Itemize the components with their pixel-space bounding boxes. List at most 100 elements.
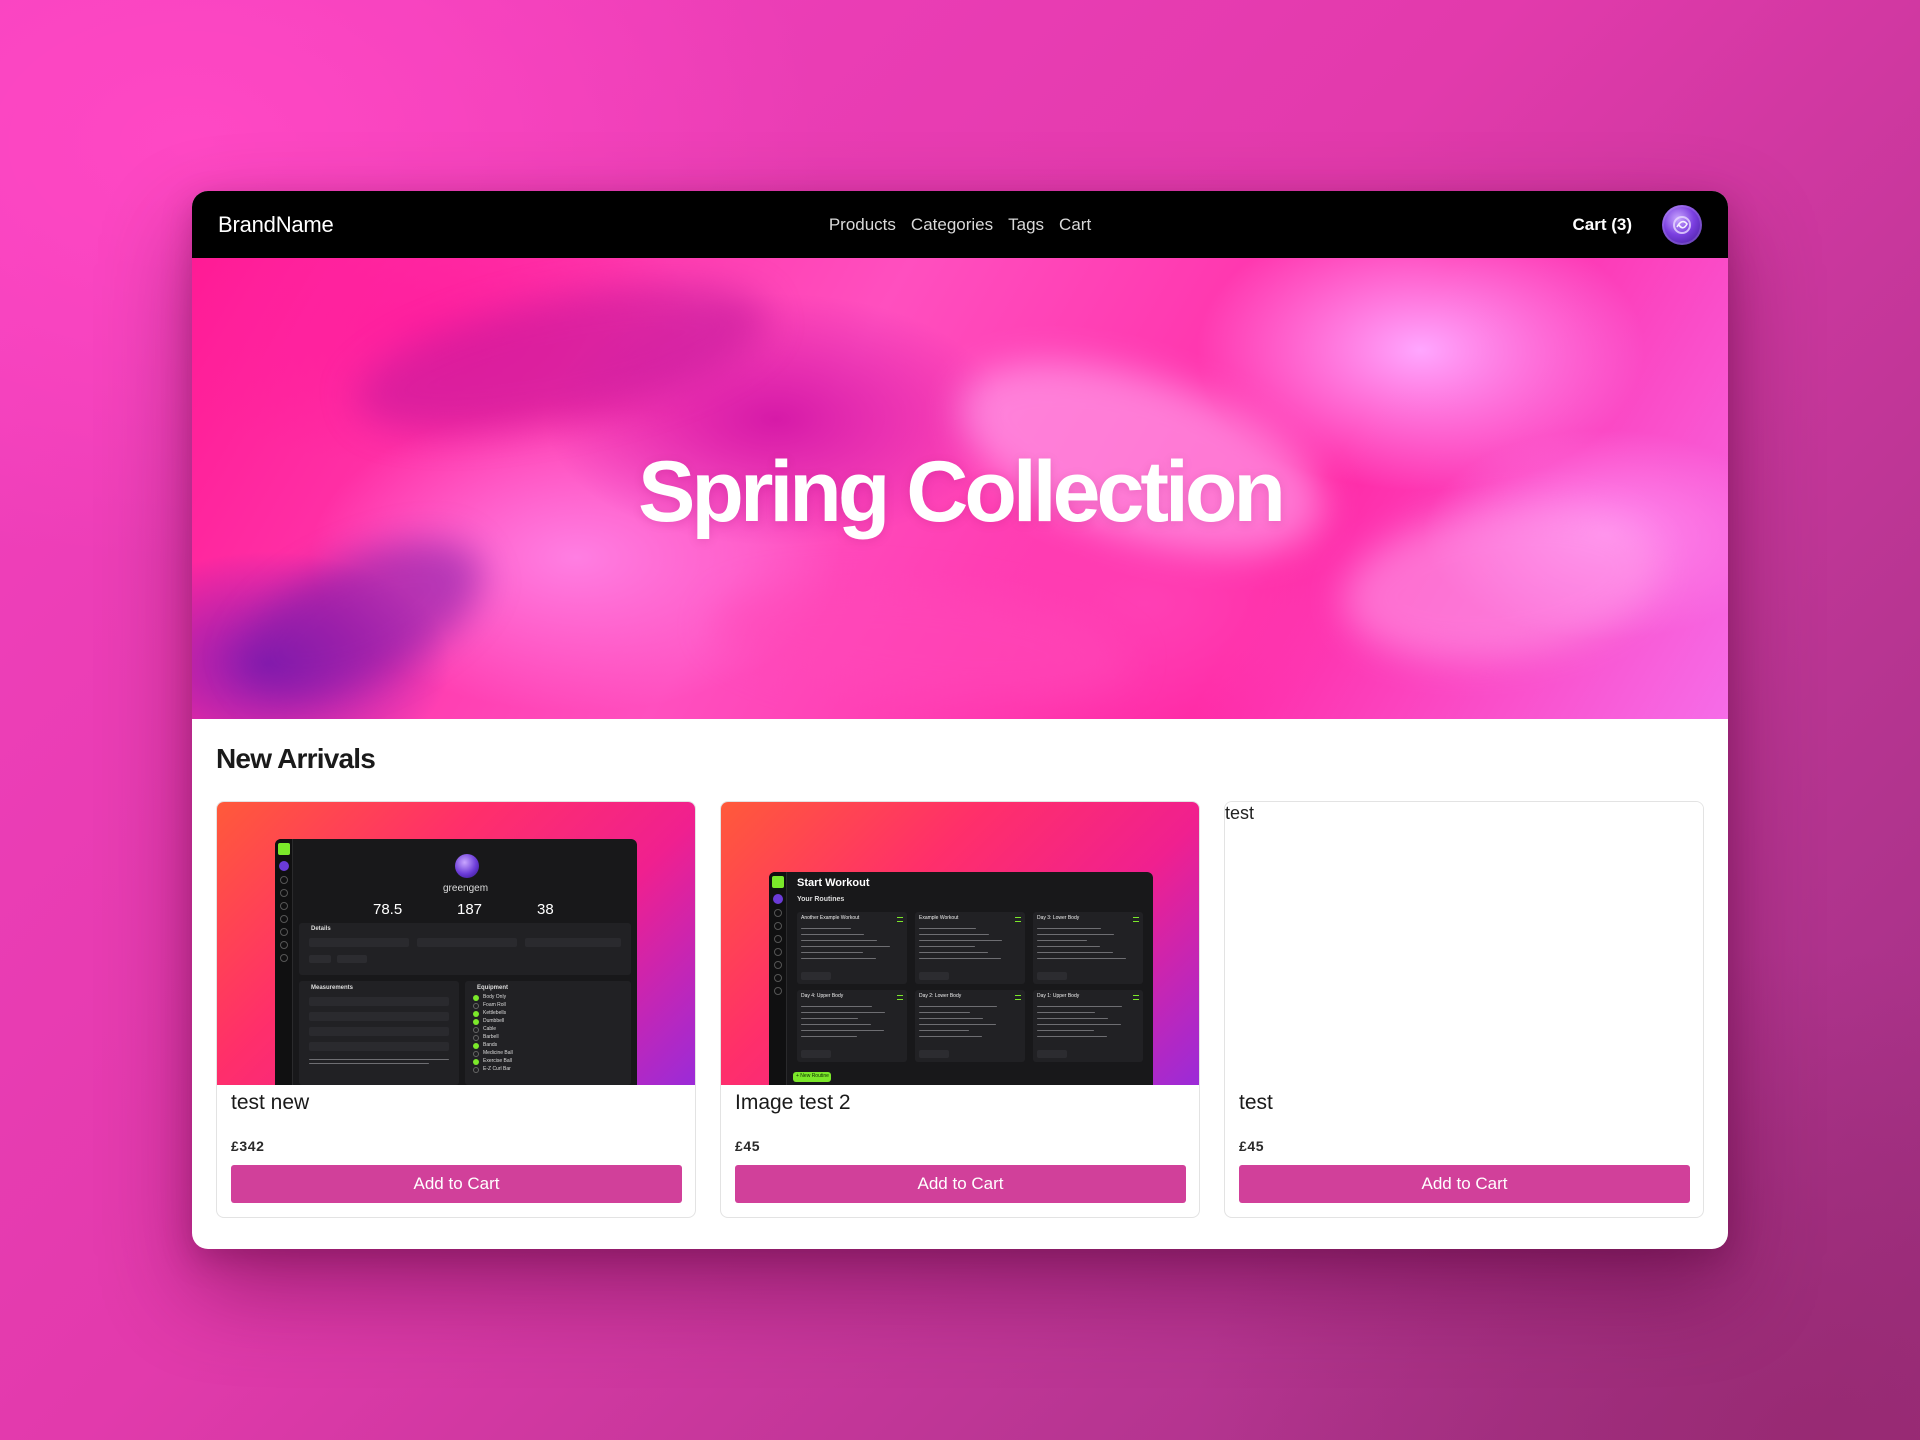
details-panel — [299, 923, 631, 975]
mock-text-line — [1037, 958, 1126, 959]
product-card[interactable]: Start Workout Your Routines Another Exam… — [720, 801, 1200, 1218]
equipment-item: Bands — [483, 1042, 498, 1048]
card-body: test new £342 Add to Cart — [217, 1085, 695, 1203]
mock-text-line — [1037, 928, 1101, 929]
sidebar-dot-icon — [278, 861, 289, 871]
details-heading: Details — [311, 926, 331, 932]
app-screenshot-workout: Start Workout Your Routines Another Exam… — [769, 872, 1153, 1085]
equipment-item: Kettlebells — [483, 1010, 507, 1016]
hero-title: Spring Collection — [638, 444, 1286, 540]
mock-text-line — [919, 1036, 982, 1037]
mock-text-line — [919, 940, 1002, 941]
mock-text-line — [1037, 952, 1113, 953]
product-image-broken[interactable]: test — [1225, 802, 1703, 1085]
mock-text-line — [919, 1006, 997, 1007]
mock-text-line — [801, 928, 851, 929]
unchecked-icon — [473, 1027, 479, 1033]
routine-title: Another Example Workout — [801, 915, 860, 921]
mock-text-line — [801, 1030, 884, 1031]
mock-text-line — [919, 952, 988, 953]
mock-text-line — [801, 1024, 871, 1025]
mock-text-line — [801, 958, 876, 959]
mock-field — [417, 938, 517, 947]
nav-link-cart[interactable]: Cart — [1059, 215, 1091, 235]
sidebar-dot-icon — [279, 915, 288, 923]
menu-icon — [1015, 917, 1021, 922]
mock-text-line — [309, 1063, 429, 1064]
mock-field — [309, 1012, 449, 1021]
cart-count-link[interactable]: Cart (3) — [1572, 215, 1632, 235]
mock-text-line — [1037, 1024, 1121, 1025]
mock-field — [525, 938, 621, 947]
app-sidebar — [275, 839, 293, 1085]
card-body: test £45 Add to Cart — [1225, 1085, 1703, 1203]
stat-age: 38 — [537, 901, 554, 918]
sidebar-dot-icon — [773, 987, 782, 995]
menu-icon — [897, 995, 903, 1000]
unchecked-icon — [473, 1035, 479, 1041]
mock-text-line — [801, 1006, 872, 1007]
mock-text-line — [919, 934, 989, 935]
start-workout-mock-button — [801, 972, 831, 980]
nav-link-categories[interactable]: Categories — [911, 215, 993, 235]
sidebar-dot-icon — [772, 894, 783, 904]
nav-links: Products Categories Tags Cart — [829, 215, 1091, 235]
equipment-item: Body Only — [483, 994, 507, 1000]
add-to-cart-button[interactable]: Add to Cart — [1239, 1165, 1690, 1203]
product-price: £342 — [231, 1138, 265, 1154]
routine-title: Day 4: Upper Body — [801, 993, 844, 999]
hero-banner: Spring Collection — [192, 258, 1728, 719]
mock-text-line — [801, 934, 864, 935]
sidebar-dot-icon — [279, 954, 288, 962]
avatar-swirl-icon — [1673, 215, 1691, 234]
nav-link-tags[interactable]: Tags — [1008, 215, 1044, 235]
menu-icon — [1133, 995, 1139, 1000]
mock-text-line — [1037, 1012, 1095, 1013]
card-body: Image test 2 £45 Add to Cart — [721, 1085, 1199, 1203]
sidebar-dot-icon — [279, 928, 288, 936]
sidebar-dot-icon — [279, 941, 288, 949]
product-name[interactable]: Image test 2 — [735, 1091, 1185, 1119]
product-name[interactable]: test — [1239, 1091, 1689, 1119]
sidebar-dot-icon — [773, 922, 782, 930]
nav-link-products[interactable]: Products — [829, 215, 896, 235]
mock-field — [309, 1027, 449, 1036]
equipment-item: Exercise Ball — [483, 1058, 512, 1064]
mock-field — [309, 938, 409, 947]
add-to-cart-button[interactable]: Add to Cart — [231, 1165, 682, 1203]
routine-title: Day 3: Lower Body — [1037, 915, 1080, 921]
sidebar-dot-icon — [279, 889, 288, 897]
sidebar-dot-icon — [773, 974, 782, 982]
check-icon — [473, 1059, 479, 1065]
sidebar-dot-icon — [279, 902, 288, 910]
product-image[interactable]: greengem 78.5 187 38 Details Measurement… — [217, 802, 695, 1085]
add-to-cart-button[interactable]: Add to Cart — [735, 1165, 1186, 1203]
mock-text-line — [1037, 1006, 1122, 1007]
top-navbar: BrandName Products Categories Tags Cart … — [192, 191, 1728, 258]
equipment-item: Barbell — [483, 1034, 499, 1040]
unchecked-icon — [473, 1051, 479, 1057]
mock-text-line — [919, 1018, 983, 1019]
product-card[interactable]: greengem 78.5 187 38 Details Measurement… — [216, 801, 696, 1218]
sidebar-dot-icon — [773, 935, 782, 943]
mock-text-line — [801, 940, 877, 941]
product-name[interactable]: test new — [231, 1091, 681, 1119]
sidebar-dot-icon — [773, 961, 782, 969]
hero-swirl-shape — [707, 566, 1137, 719]
brand-logo[interactable]: BrandName — [218, 212, 334, 238]
sidebar-dot-icon — [279, 876, 288, 884]
mock-field — [309, 1042, 449, 1051]
app-sidebar — [769, 872, 787, 1085]
product-image[interactable]: Start Workout Your Routines Another Exam… — [721, 802, 1199, 1085]
mock-text-line — [309, 1059, 449, 1060]
mock-text-line — [919, 1024, 996, 1025]
product-price: £45 — [735, 1138, 761, 1154]
product-card[interactable]: test test £45 Add to Cart — [1224, 801, 1704, 1218]
mock-text-line — [1037, 934, 1114, 935]
image-alt-text: test — [1225, 803, 1255, 823]
start-workout-mock-button — [801, 1050, 831, 1058]
stat-height: 187 — [457, 901, 483, 918]
user-avatar[interactable] — [1662, 204, 1702, 245]
start-workout-mock-button — [919, 1050, 949, 1058]
stat-weight: 78.5 — [373, 901, 403, 918]
